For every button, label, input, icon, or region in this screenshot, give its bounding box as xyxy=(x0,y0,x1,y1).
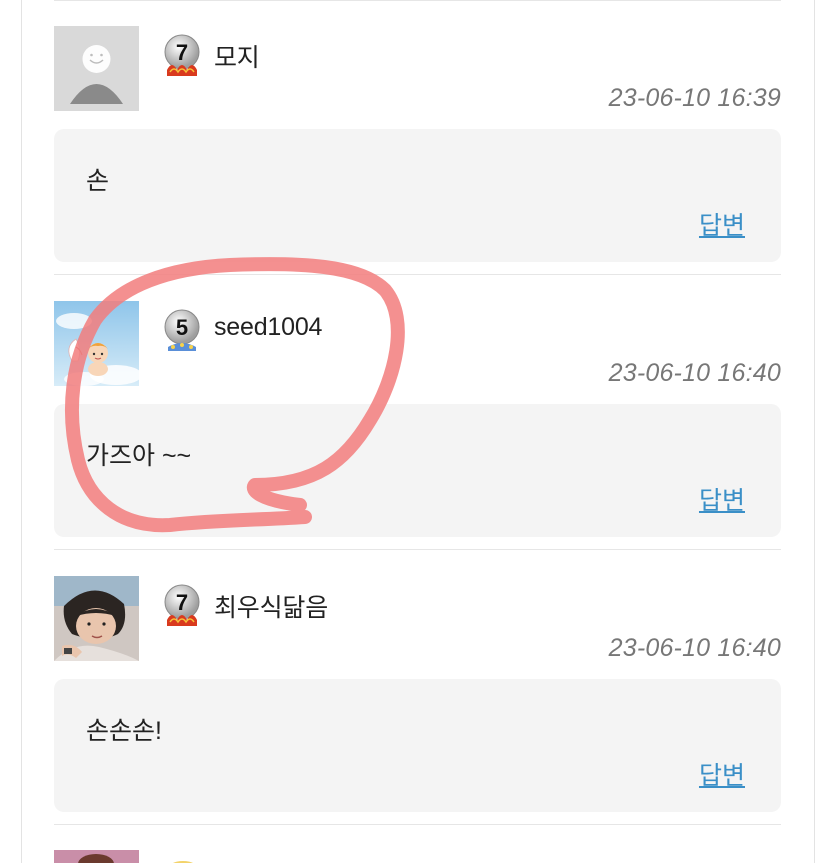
avatar[interactable] xyxy=(54,301,139,386)
comment-body-box: 손손손! 답변 xyxy=(54,679,781,812)
comment-timestamp: 23-06-10 16:40 xyxy=(608,359,781,387)
comment-body-box: 가즈아 ~~ 답변 xyxy=(54,404,781,537)
comment-author[interactable]: 모지 xyxy=(214,38,260,74)
comment-body: 손 xyxy=(86,167,110,195)
comment-item: 7 모지 23-06-10 16:39 손 답변 xyxy=(54,0,781,262)
comment-timestamp: 23-06-10 16:39 xyxy=(608,84,781,112)
comment-author[interactable]: 최우식닮음 xyxy=(214,588,328,624)
comment-item: 7 최우식닮음 23-06-10 16:40 손손손! 답변 xyxy=(54,550,781,812)
person-photo xyxy=(54,850,139,863)
reply-link[interactable]: 답변 xyxy=(699,481,745,517)
level-badge xyxy=(165,855,201,863)
avatar[interactable] xyxy=(54,576,139,661)
comment-separator xyxy=(54,824,781,825)
level-number: 5 xyxy=(176,315,188,340)
default-user-icon xyxy=(54,26,139,111)
comment-timestamp: 23-06-10 16:40 xyxy=(608,634,781,662)
avatar[interactable] xyxy=(54,850,139,863)
comment-item: 5 seed1004 23-06-10 16:40 가즈아 ~~ 답변 xyxy=(54,275,781,537)
person-photo xyxy=(54,576,139,661)
level-badge: 5 xyxy=(162,307,202,355)
comment-body: 손손손! xyxy=(86,717,162,745)
level-number: 7 xyxy=(176,590,188,615)
avatar[interactable] xyxy=(54,26,139,111)
comment-body-box: 손 답변 xyxy=(54,129,781,262)
reply-link[interactable]: 답변 xyxy=(699,756,745,792)
level-badge: 7 xyxy=(162,32,202,80)
comment-body: 가즈아 ~~ xyxy=(86,442,192,470)
reply-link[interactable]: 답변 xyxy=(699,206,745,242)
level-number: 7 xyxy=(176,40,188,65)
level-badge: 7 xyxy=(162,582,202,630)
cherub-angel-image xyxy=(54,301,139,386)
comment-author[interactable]: seed1004 xyxy=(214,313,322,342)
